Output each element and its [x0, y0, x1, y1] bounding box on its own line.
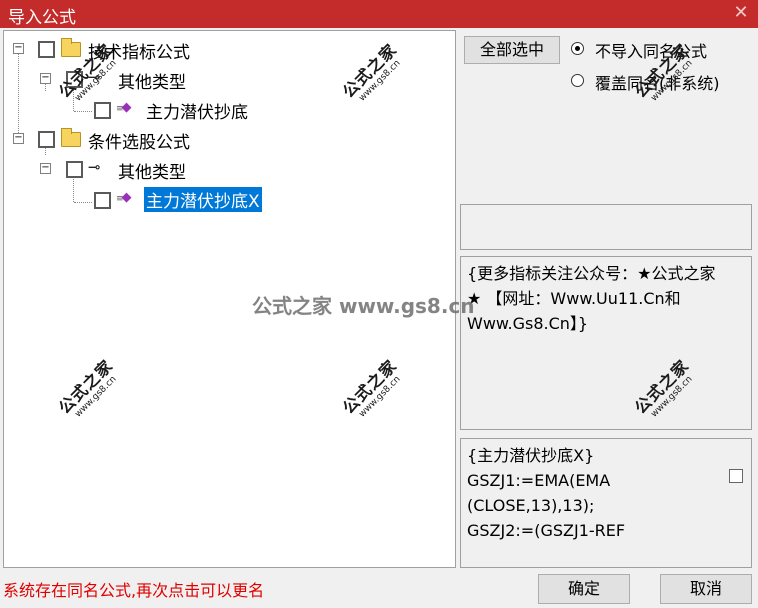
tree-item-label: 主力潜伏抄底	[146, 103, 248, 123]
empty-panel	[460, 204, 752, 250]
title-bar: 导入公式 ✕	[0, 0, 758, 28]
info-text: {更多指标关注公众号：★公式之家★ 【网址：Www.Uu11.Cn和Www.Gs…	[467, 264, 716, 333]
info-panel: {更多指标关注公众号：★公式之家★ 【网址：Www.Uu11.Cn和Www.Gs…	[460, 256, 752, 430]
close-icon[interactable]: ✕	[730, 1, 752, 25]
checkbox[interactable]	[94, 102, 111, 119]
folder-icon	[61, 38, 81, 57]
radio-overwrite[interactable]	[571, 74, 584, 87]
code-text: {主力潜伏抄底X} GSZJ1:=EMA(EMA (CLOSE,13),13);…	[467, 446, 626, 540]
collapse-icon[interactable]: −	[13, 43, 24, 54]
checkbox[interactable]	[38, 41, 55, 58]
checkbox[interactable]	[38, 131, 55, 148]
collapse-icon[interactable]: −	[40, 73, 51, 84]
checkbox[interactable]	[94, 192, 111, 209]
tree-item-label: 其他类型	[118, 73, 186, 93]
tree-item-other-type[interactable]: − ⊸ 其他类型	[4, 67, 264, 93]
checkbox[interactable]	[66, 161, 83, 178]
formula-gem-icon: ≡◆	[116, 100, 132, 115]
collapse-icon[interactable]: −	[40, 163, 51, 174]
window-title: 导入公式	[8, 8, 76, 28]
collapse-icon[interactable]: −	[13, 133, 24, 144]
status-message: 系统存在同名公式,再次点击可以更名	[3, 581, 265, 600]
key-icon: ⊸	[88, 158, 101, 176]
tree-item-stock-selection[interactable]: − 条件选股公式	[4, 127, 264, 153]
select-all-button[interactable]: 全部选中	[464, 36, 560, 64]
tree-item-label: 其他类型	[118, 163, 186, 183]
tree-item-other-type[interactable]: − ⊸ 其他类型	[4, 157, 264, 183]
watermark-center: 公式之家 www.gs8.cn	[252, 294, 475, 318]
tree-item-label: 主力潜伏抄底X	[144, 187, 262, 212]
formula-gem-icon: ≡◆	[116, 190, 132, 205]
radio-no-import[interactable]	[571, 42, 584, 55]
ok-button[interactable]: 确定	[538, 574, 630, 604]
folder-icon	[61, 128, 81, 147]
cancel-button[interactable]: 取消	[660, 574, 752, 604]
tree-item-tech-indicator[interactable]: − 技术指标公式	[4, 37, 264, 63]
tree-item-formula[interactable]: ≡◆ 主力潜伏抄底	[4, 97, 284, 123]
tree-item-label: 条件选股公式	[88, 133, 190, 153]
code-preview-panel[interactable]: {主力潜伏抄底X} GSZJ1:=EMA(EMA (CLOSE,13),13);…	[460, 438, 752, 568]
preview-checkbox[interactable]	[729, 469, 743, 483]
tree-item-formula-selected[interactable]: ≡◆ 主力潜伏抄底X	[4, 187, 284, 212]
